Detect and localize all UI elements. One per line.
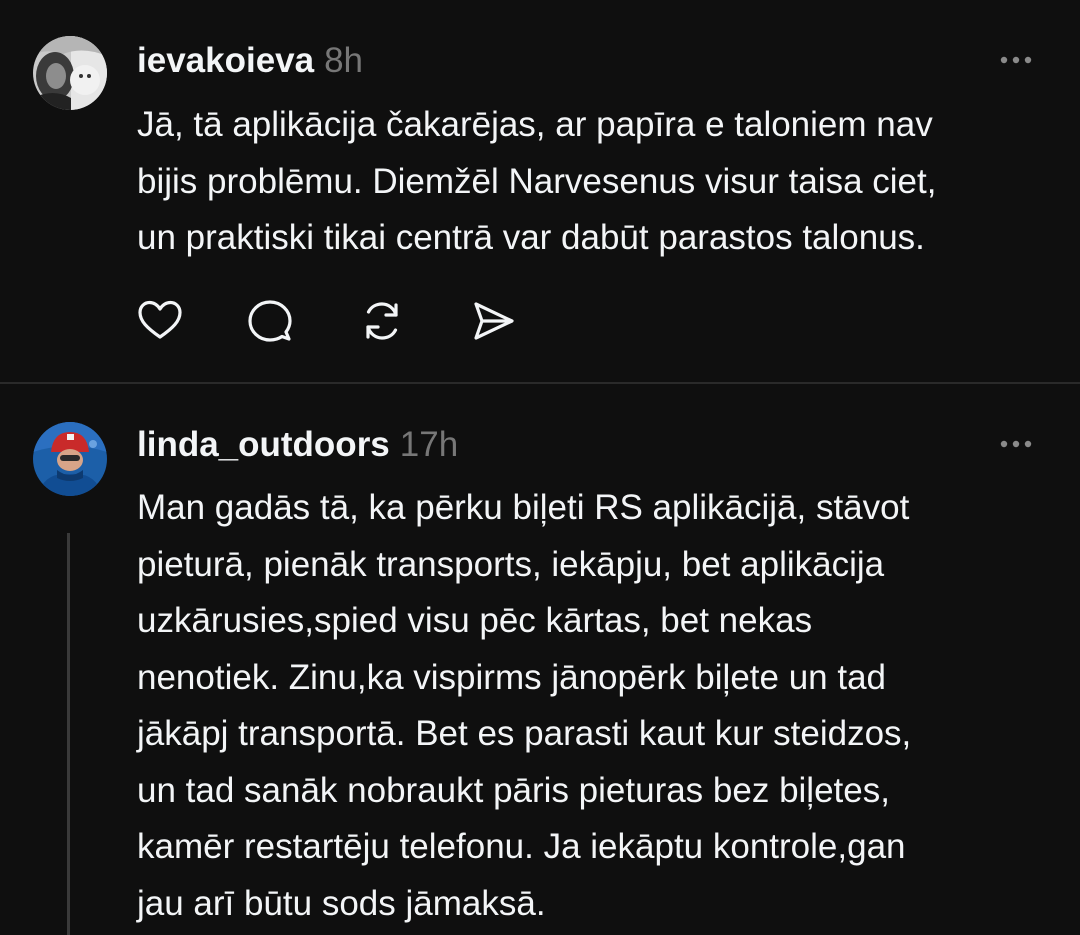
- avatar[interactable]: [33, 422, 107, 496]
- more-options-icon[interactable]: [998, 50, 1038, 70]
- post-header: linda_outdoors 17h: [137, 425, 458, 465]
- share-icon[interactable]: [470, 298, 516, 344]
- post-header: ievakoieva 8h: [137, 41, 363, 81]
- post-text: Man gadās tā, ka pērku biļeti RS aplikāc…: [137, 488, 912, 923]
- avatar[interactable]: [33, 36, 107, 110]
- post-ievakoieva: ievakoieva 8h Jā, tā aplikācija čakarējas…: [0, 0, 1080, 382]
- more-options-icon[interactable]: [998, 434, 1038, 454]
- timestamp: 8h: [324, 41, 364, 80]
- timestamp: 17h: [399, 425, 459, 464]
- repost-icon[interactable]: [359, 298, 405, 344]
- username[interactable]: ievakoieva: [137, 41, 314, 80]
- thread-line: [67, 533, 70, 935]
- post-text: Jā, tā aplikācija čakarējas, ar papīra e…: [137, 105, 937, 257]
- post-linda-outdoors: linda_outdoors 17h Man gadās tā, ka pērku…: [0, 383, 1080, 935]
- username[interactable]: linda_outdoors: [137, 425, 390, 464]
- heart-icon[interactable]: [137, 298, 183, 344]
- comment-icon[interactable]: [247, 298, 293, 344]
